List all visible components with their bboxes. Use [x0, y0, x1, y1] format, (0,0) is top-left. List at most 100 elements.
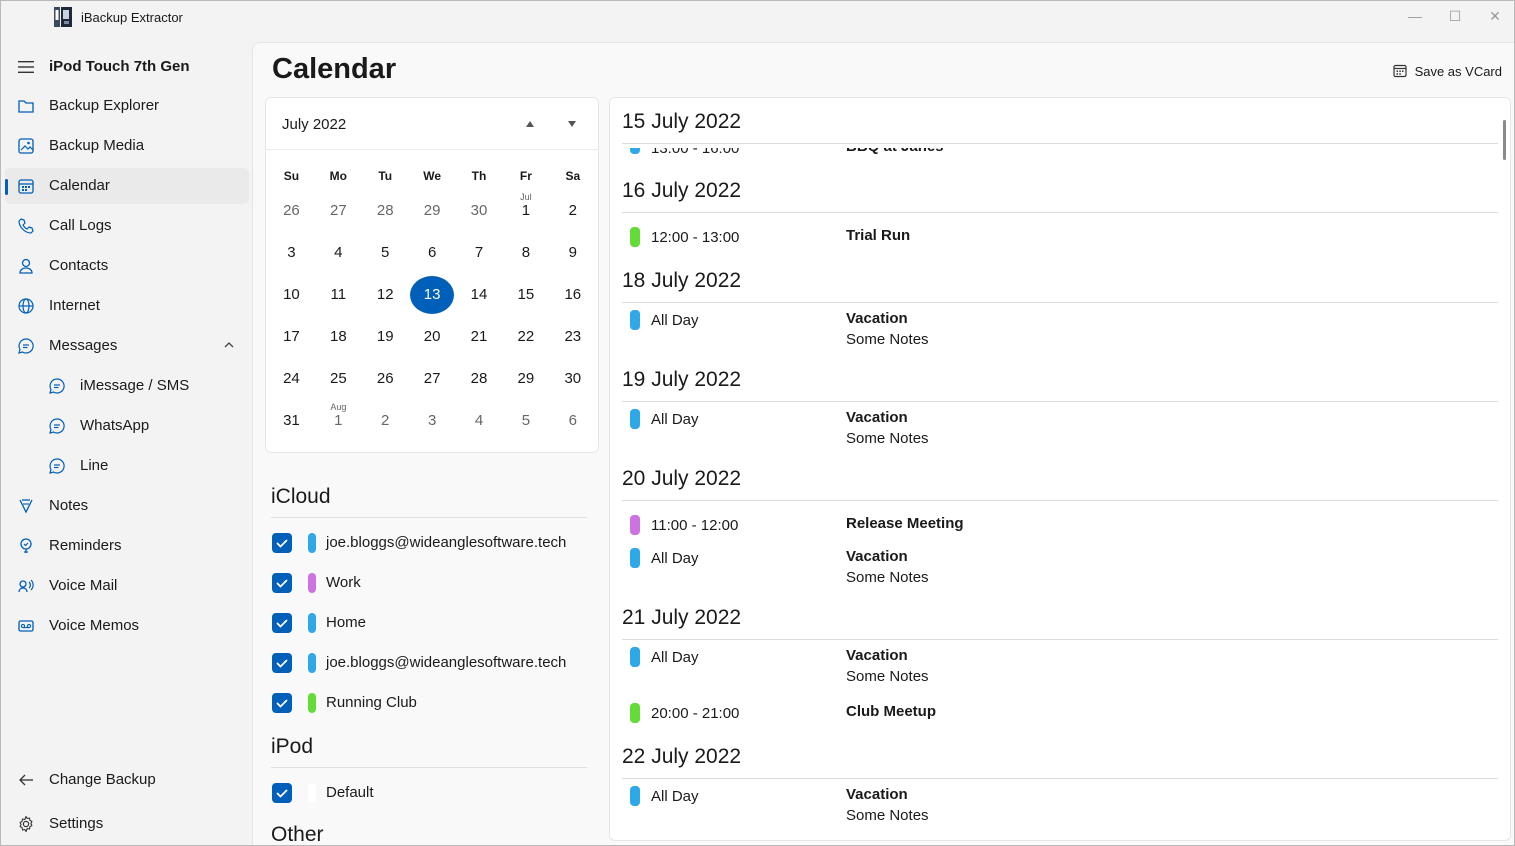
calendar-toggle-item[interactable]: joe.bloggs@wideanglesoftware.tech: [271, 523, 587, 563]
date-grid: Su Mo Tu We Th Fr Sa 26 27 28 29 30 Jul 1…: [268, 162, 596, 442]
day-cell[interactable]: 2: [362, 400, 409, 442]
event-notes: Some Notes: [846, 668, 929, 685]
day-cell[interactable]: 7: [456, 232, 503, 274]
event-title: Vacation: [846, 409, 908, 426]
checkbox-checked-icon[interactable]: [272, 783, 292, 803]
checkbox-checked-icon[interactable]: [272, 653, 292, 673]
day-cell[interactable]: 26: [268, 190, 315, 232]
day-cell[interactable]: 21: [456, 316, 503, 358]
sidebar-item-label: Call Logs: [49, 217, 112, 234]
day-cell[interactable]: 31: [268, 400, 315, 442]
section-heading-icloud: iCloud: [271, 485, 331, 508]
checkbox-checked-icon[interactable]: [272, 693, 292, 713]
day-cell[interactable]: 8: [502, 232, 549, 274]
calendar-toggle-item[interactable]: Home: [271, 603, 587, 643]
day-cell[interactable]: 17: [268, 316, 315, 358]
day-cell[interactable]: Aug 1: [315, 400, 362, 442]
day-cell[interactable]: 15: [502, 274, 549, 316]
chevron-up-icon[interactable]: [223, 339, 235, 351]
day-cell[interactable]: 2: [549, 190, 596, 232]
divider: [622, 401, 1498, 402]
day-cell[interactable]: 10: [268, 274, 315, 316]
sidebar-item-contacts[interactable]: Contacts: [5, 248, 249, 284]
checkbox-checked-icon[interactable]: [272, 573, 292, 593]
section-heading-other: Other: [271, 823, 324, 846]
maximize-button[interactable]: ☐: [1440, 5, 1470, 27]
day-cell[interactable]: 29: [502, 358, 549, 400]
scrollbar-thumb[interactable]: [1503, 120, 1506, 160]
sidebar-item-calendar[interactable]: Calendar: [5, 168, 249, 204]
day-cell[interactable]: 14: [456, 274, 503, 316]
save-as-vcard-button[interactable]: Save as VCard: [1392, 61, 1502, 81]
sidebar-item-backup-media[interactable]: Backup Media: [5, 128, 249, 164]
day-cell[interactable]: 27: [315, 190, 362, 232]
sidebar-item-voice-memos[interactable]: Voice Memos: [5, 608, 249, 644]
reminder-icon: [20, 538, 32, 553]
day-cell[interactable]: 22: [502, 316, 549, 358]
day-heading: 20 July 2022: [622, 467, 742, 490]
sidebar-item-voice-mail[interactable]: Voice Mail: [5, 568, 249, 604]
sidebar-item-call-logs[interactable]: Call Logs: [5, 208, 249, 244]
day-cell[interactable]: 26: [362, 358, 409, 400]
dow-label: Su: [283, 169, 300, 183]
sidebar-item-change-backup[interactable]: Change Backup: [5, 762, 249, 798]
day-cell[interactable]: 28: [456, 358, 503, 400]
sidebar-item-reminders[interactable]: Reminders: [5, 528, 249, 564]
dow-label: Tu: [378, 169, 393, 183]
day-cell[interactable]: 20: [409, 316, 456, 358]
close-button[interactable]: ✕: [1480, 5, 1510, 27]
checkbox-checked-icon[interactable]: [272, 533, 292, 553]
day-cell[interactable]: 9: [549, 232, 596, 274]
event-time: All Day: [651, 411, 699, 428]
selected-day-cell[interactable]: 13: [409, 274, 456, 316]
sidebar-item-messages[interactable]: Messages: [5, 328, 249, 364]
divider: [271, 767, 587, 768]
sidebar-item-backup-explorer[interactable]: Backup Explorer: [5, 88, 249, 124]
day-cell[interactable]: 5: [362, 232, 409, 274]
calendar-name: Default: [326, 784, 374, 801]
day-cell[interactable]: 4: [456, 400, 503, 442]
minimize-button[interactable]: —: [1400, 5, 1430, 27]
next-month-icon[interactable]: [564, 116, 580, 132]
day-cell[interactable]: 24: [268, 358, 315, 400]
day-cell[interactable]: 23: [549, 316, 596, 358]
sidebar-item-internet[interactable]: Internet: [5, 288, 249, 324]
dow-label: Fr: [519, 169, 532, 183]
sidebar-item-notes[interactable]: Notes: [5, 488, 249, 524]
day-cell[interactable]: 3: [268, 232, 315, 274]
day-cell[interactable]: Jul 1: [502, 190, 549, 232]
day-cell[interactable]: 30: [549, 358, 596, 400]
event-color-bar: [630, 786, 640, 806]
sidebar-item-imessage-sms[interactable]: iMessage / SMS: [5, 368, 249, 404]
events-scroll-area[interactable]: 13:00 - 16:00 BBQ at Janes 15 July 2022 …: [610, 98, 1510, 840]
calendar-toggle-item[interactable]: Default: [271, 773, 587, 813]
sidebar-item-line[interactable]: Line: [5, 448, 249, 484]
checkbox-checked-icon[interactable]: [272, 613, 292, 633]
day-cell[interactable]: 19: [362, 316, 409, 358]
day-cell[interactable]: 5: [502, 400, 549, 442]
day-cell[interactable]: 28: [362, 190, 409, 232]
day-cell[interactable]: 27: [409, 358, 456, 400]
day-heading: 19 July 2022: [622, 368, 742, 391]
day-cell[interactable]: 12: [362, 274, 409, 316]
day-heading: 22 July 2022: [622, 745, 742, 768]
calendar-toggle-item[interactable]: Running Club: [271, 683, 587, 723]
day-cell[interactable]: 18: [315, 316, 362, 358]
day-cell[interactable]: 11: [315, 274, 362, 316]
day-cell[interactable]: 29: [409, 190, 456, 232]
day-cell[interactable]: 6: [409, 232, 456, 274]
day-cell[interactable]: 4: [315, 232, 362, 274]
month-year-label[interactable]: July 2022: [282, 116, 346, 133]
day-cell[interactable]: 3: [409, 400, 456, 442]
sidebar-item-whatsapp[interactable]: WhatsApp: [5, 408, 249, 444]
day-cell[interactable]: 25: [315, 358, 362, 400]
calendar-color-swatch: [308, 653, 316, 673]
sidebar-item-settings[interactable]: Settings: [5, 806, 249, 842]
hamburger-menu-icon[interactable]: [18, 60, 34, 74]
day-cell[interactable]: 6: [549, 400, 596, 442]
calendar-toggle-item[interactable]: joe.bloggs@wideanglesoftware.tech: [271, 643, 587, 683]
previous-month-icon[interactable]: [522, 116, 538, 132]
day-cell[interactable]: 16: [549, 274, 596, 316]
day-cell[interactable]: 30: [456, 190, 503, 232]
calendar-toggle-item[interactable]: Work: [271, 563, 587, 603]
